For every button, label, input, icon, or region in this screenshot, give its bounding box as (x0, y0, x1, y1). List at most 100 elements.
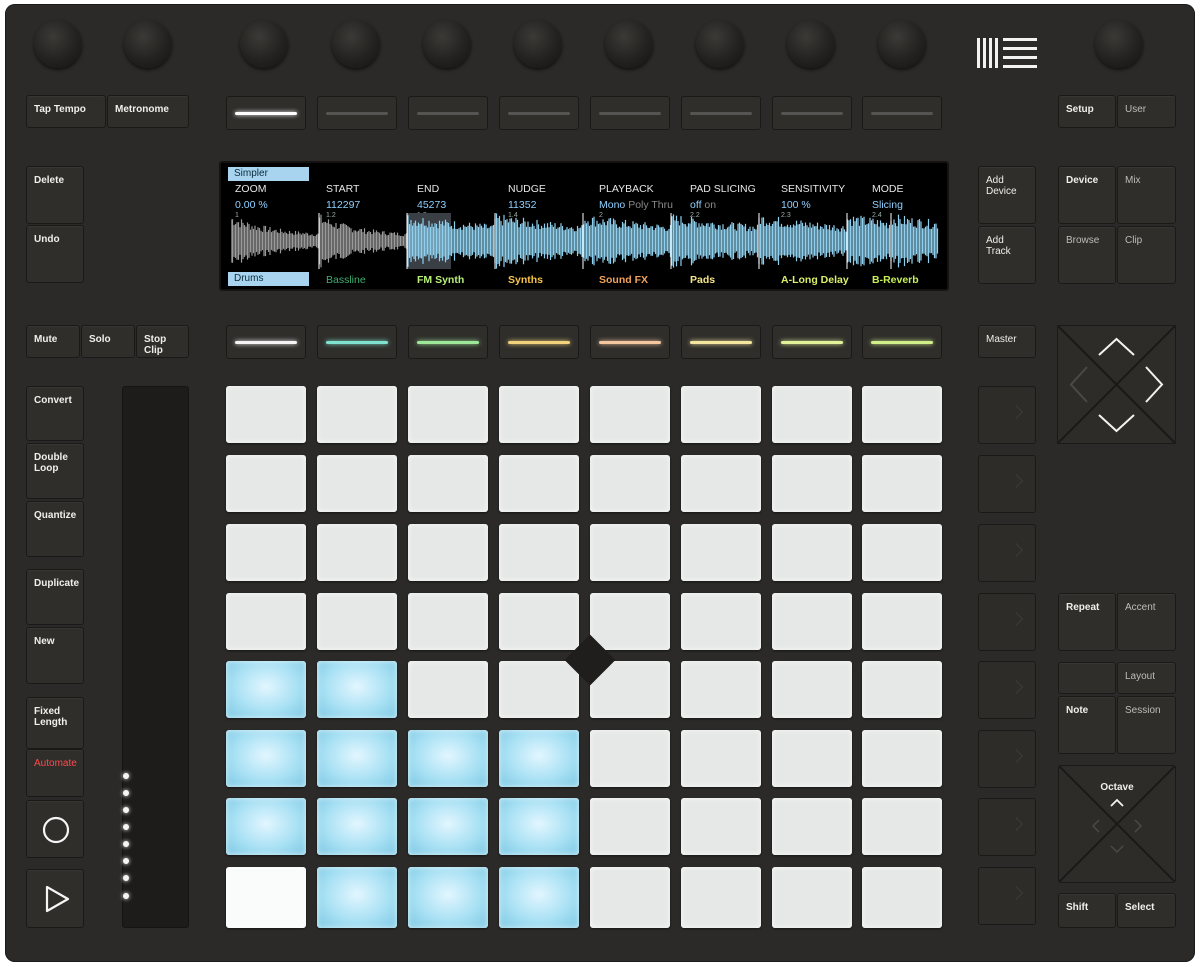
encoder-knob[interactable] (696, 20, 744, 68)
encoder-knob[interactable] (423, 20, 471, 68)
drum-pad[interactable] (408, 867, 488, 928)
clip-button[interactable]: Clip (1117, 226, 1176, 284)
encoder-knob[interactable] (605, 20, 653, 68)
selected-track-tab[interactable]: Drums (228, 272, 309, 286)
drum-pad[interactable] (317, 386, 397, 443)
scene-launch-button[interactable] (978, 455, 1036, 513)
drum-pad[interactable] (681, 867, 761, 928)
drum-pad[interactable] (772, 455, 852, 512)
double-loop-button[interactable]: Double Loop (26, 443, 84, 499)
drum-pad[interactable] (681, 661, 761, 718)
encoder-knob[interactable] (332, 20, 380, 68)
metronome-button[interactable]: Metronome (107, 95, 189, 128)
new-button[interactable]: New (26, 627, 84, 684)
drum-pad[interactable] (226, 455, 306, 512)
note-button[interactable]: Note (1058, 696, 1116, 754)
fixed-length-button[interactable]: Fixed Length (26, 697, 84, 749)
scene-launch-button[interactable] (978, 867, 1036, 925)
play-button[interactable] (26, 869, 84, 928)
drum-pad[interactable] (772, 661, 852, 718)
track-name[interactable]: A-Long Delay (781, 274, 849, 286)
encoder-knob[interactable] (787, 20, 835, 68)
drum-pad[interactable] (590, 730, 670, 787)
lower-row-button[interactable] (772, 325, 852, 359)
delete-button[interactable]: Delete (26, 166, 84, 224)
master-button[interactable]: Master (978, 325, 1036, 358)
upper-row-button[interactable] (499, 96, 579, 130)
scene-launch-button[interactable] (978, 730, 1036, 788)
drum-pad[interactable] (226, 386, 306, 443)
upper-row-button[interactable] (226, 96, 306, 130)
drum-pad[interactable] (317, 524, 397, 581)
drum-pad[interactable] (408, 455, 488, 512)
drum-pad[interactable] (499, 661, 579, 718)
drum-pad[interactable] (862, 524, 942, 581)
drum-pad[interactable] (226, 798, 306, 855)
track-name[interactable]: Bassline (326, 274, 366, 286)
drum-pad[interactable] (862, 730, 942, 787)
drum-pad[interactable] (226, 524, 306, 581)
session-button[interactable]: Session (1117, 696, 1176, 754)
lower-row-button[interactable] (499, 325, 579, 359)
drum-pad[interactable] (499, 524, 579, 581)
duplicate-button[interactable]: Duplicate (26, 569, 84, 625)
drum-pad[interactable] (408, 524, 488, 581)
upper-row-button[interactable] (408, 96, 488, 130)
drum-pad[interactable] (862, 386, 942, 443)
drum-pad[interactable] (317, 661, 397, 718)
scene-launch-button[interactable] (978, 798, 1036, 856)
drum-pad[interactable] (862, 798, 942, 855)
quantize-button[interactable]: Quantize (26, 501, 84, 557)
undo-button[interactable]: Undo (26, 225, 84, 283)
drum-pad[interactable] (226, 593, 306, 650)
drum-pad[interactable] (590, 798, 670, 855)
mute-button[interactable]: Mute (26, 325, 80, 358)
drum-pad[interactable] (226, 867, 306, 928)
upper-row-button[interactable] (317, 96, 397, 130)
page-left-icon[interactable] (1091, 819, 1100, 833)
encoder-knob[interactable] (240, 20, 288, 68)
drum-pad[interactable] (590, 524, 670, 581)
scale-button[interactable] (1058, 662, 1116, 694)
drum-pad[interactable] (772, 798, 852, 855)
scene-launch-button[interactable] (978, 661, 1036, 719)
drum-pad[interactable] (862, 661, 942, 718)
drum-pad[interactable] (862, 455, 942, 512)
drum-pad[interactable] (499, 455, 579, 512)
track-name[interactable]: FM Synth (417, 274, 464, 286)
drum-pad[interactable] (862, 867, 942, 928)
track-name[interactable]: Sound FX (599, 274, 648, 286)
drum-pad[interactable] (772, 386, 852, 443)
drum-pad[interactable] (772, 867, 852, 928)
device-button[interactable]: Device (1058, 166, 1116, 224)
solo-button[interactable]: Solo (81, 325, 135, 358)
drum-pad[interactable] (499, 730, 579, 787)
drum-pad[interactable] (499, 593, 579, 650)
drum-pad[interactable] (317, 593, 397, 650)
drum-pad[interactable] (681, 524, 761, 581)
shift-button[interactable]: Shift (1058, 893, 1116, 928)
drum-pad[interactable] (862, 593, 942, 650)
lower-row-button[interactable] (862, 325, 942, 359)
drum-pad[interactable] (681, 386, 761, 443)
encoder-knob[interactable] (514, 20, 562, 68)
drum-pad[interactable] (681, 798, 761, 855)
encoder-knob[interactable] (124, 20, 172, 68)
scene-launch-button[interactable] (978, 386, 1036, 444)
drum-pad[interactable] (499, 798, 579, 855)
drum-pad[interactable] (590, 593, 670, 650)
track-name[interactable]: B-Reverb (872, 274, 919, 286)
record-button[interactable] (26, 800, 84, 858)
convert-button[interactable]: Convert (26, 386, 84, 441)
lower-row-button[interactable] (681, 325, 761, 359)
repeat-button[interactable]: Repeat (1058, 593, 1116, 651)
page-right-icon[interactable] (1134, 819, 1143, 833)
master-knob[interactable] (1095, 20, 1143, 68)
upper-row-button[interactable] (772, 96, 852, 130)
lower-row-button[interactable] (408, 325, 488, 359)
octave-down-icon[interactable] (1110, 845, 1124, 854)
drum-pad[interactable] (408, 386, 488, 443)
add-device-button[interactable]: Add Device (978, 166, 1036, 224)
mix-button[interactable]: Mix (1117, 166, 1176, 224)
drum-pad[interactable] (317, 798, 397, 855)
